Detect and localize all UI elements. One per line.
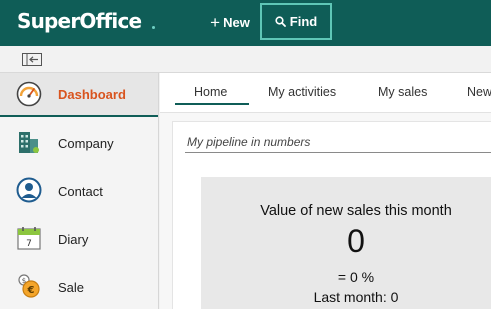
new-button-label: New <box>223 15 250 30</box>
sidebar-item-label: Sale <box>58 279 85 295</box>
sidebar: Dashboard Company Contact 7 Diary $ € Sa… <box>0 73 159 309</box>
sidebar-item-label: Contact <box>58 183 103 199</box>
search-icon <box>275 16 286 27</box>
kpi-percent: = 0 % <box>337 269 375 285</box>
kpi-last-month: Last month: 0 <box>313 289 399 305</box>
section-title: My pipeline in numbers <box>187 135 311 149</box>
pipeline-panel: My pipeline in numbers Value of new sale… <box>172 121 491 309</box>
find-button-label: Find <box>289 14 318 29</box>
tab-my-activities[interactable]: My activities <box>268 85 336 99</box>
new-button[interactable]: + New <box>204 5 256 40</box>
tab-my-sales[interactable]: My sales <box>378 85 427 99</box>
sidebar-item-diary[interactable]: 7 Diary <box>0 217 158 261</box>
navigator-toolbar <box>0 46 491 73</box>
svg-text:€: € <box>27 285 35 296</box>
main-area: Home My activities My sales New My pipel… <box>160 73 491 309</box>
active-tab-indicator <box>175 103 249 105</box>
find-button[interactable]: Find <box>260 3 332 40</box>
sidebar-item-dashboard[interactable]: Dashboard <box>0 73 158 117</box>
dashboard-gauge-icon <box>16 81 42 107</box>
logo-dot <box>152 26 155 29</box>
contact-person-icon <box>16 177 42 203</box>
sidebar-item-contact[interactable]: Contact <box>0 169 158 213</box>
plus-icon: + <box>210 13 221 32</box>
tab-home[interactable]: Home <box>194 85 227 99</box>
top-bar: SuperOffice + New Find <box>0 0 491 46</box>
tab-new[interactable]: New <box>467 85 491 99</box>
sidebar-item-company[interactable]: Company <box>0 121 158 165</box>
sidebar-item-label: Company <box>58 135 114 151</box>
sidebar-item-sale[interactable]: $ € Sale <box>0 265 158 309</box>
kpi-card[interactable]: Value of new sales this month 0 = 0 % La… <box>201 177 491 309</box>
dashboard-tabs: Home My activities My sales New <box>160 73 491 113</box>
superoffice-logo[interactable]: SuperOffice <box>17 9 142 33</box>
diary-calendar-icon: 7 <box>17 227 41 250</box>
sale-coin-icon: $ € <box>18 274 40 298</box>
kpi-value: 0 <box>347 223 365 259</box>
diary-icon-day: 7 <box>26 239 32 249</box>
sidebar-item-label: Dashboard <box>58 86 126 102</box>
sidebar-item-label: Diary <box>58 231 89 247</box>
collapse-sidebar-icon[interactable] <box>22 53 42 66</box>
company-building-icon <box>19 132 39 153</box>
section-divider <box>185 152 491 153</box>
kpi-title: Value of new sales this month <box>260 203 452 219</box>
